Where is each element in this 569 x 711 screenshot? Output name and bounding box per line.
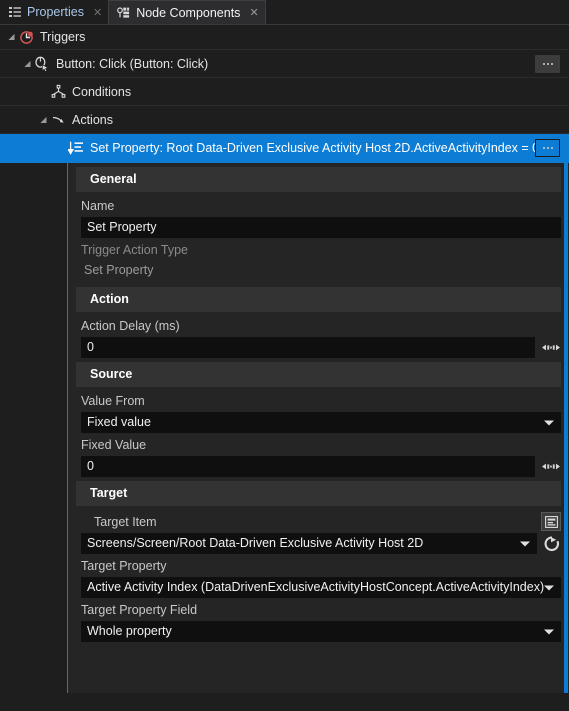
action-delay-input[interactable]: 0 xyxy=(81,337,535,358)
node-components-panel: Properties ✕ Node Components ✕ ◢ Trigger… xyxy=(0,0,569,711)
row-menu-button[interactable] xyxy=(535,54,560,73)
tree-row-label: Actions xyxy=(72,112,113,127)
trigger-tree: ◢ Triggers ◢ Button: Click (Button: Clic… xyxy=(0,25,569,162)
fixed-value-label: Fixed Value xyxy=(81,438,147,452)
drag-handle-icon[interactable] xyxy=(542,460,560,474)
target-item-label-row: Target Item xyxy=(68,508,569,533)
value-from-select[interactable]: Fixed value xyxy=(81,412,561,433)
target-item-selected: Screens/Screen/Root Data-Driven Exclusiv… xyxy=(87,536,424,550)
name-input[interactable]: Set Property xyxy=(81,217,561,238)
tab-label: Properties xyxy=(27,5,84,19)
drag-handle-icon[interactable] xyxy=(542,341,560,355)
name-label: Name xyxy=(81,199,115,213)
close-icon[interactable]: ✕ xyxy=(249,7,258,18)
target-property-row: Active Activity Index (DataDrivenExclusi… xyxy=(68,577,569,598)
value-from-selected: Fixed value xyxy=(87,415,151,429)
section-header-source: Source xyxy=(76,362,561,387)
tab-node-components[interactable]: Node Components ✕ xyxy=(108,0,266,24)
expand-twisty-icon[interactable]: ◢ xyxy=(6,32,17,43)
tree-row-conditions[interactable]: Conditions xyxy=(0,78,569,106)
trigger-icon xyxy=(17,28,35,46)
tree-row-actions[interactable]: ◢ Actions xyxy=(0,106,569,134)
trigger-action-type-value: Set Property xyxy=(84,263,154,277)
action-delay-row: 0 xyxy=(68,337,569,358)
row-menu-button[interactable] xyxy=(535,138,560,157)
tree-row-button-click[interactable]: ◢ Button: Click (Button: Click) xyxy=(0,50,569,78)
tree-row-label: Conditions xyxy=(72,84,132,99)
tree-row-set-property[interactable]: Set Property: Root Data-Driven Exclusive… xyxy=(0,134,569,162)
property-editor: General Name Set Property Trigger Action… xyxy=(0,162,569,693)
name-row: Set Property xyxy=(68,217,569,238)
target-property-field-selected: Whole property xyxy=(87,624,172,638)
action-delay-label: Action Delay (ms) xyxy=(81,319,180,333)
list-icon xyxy=(8,6,21,19)
tree-row-label: Set Property: Root Data-Driven Exclusive… xyxy=(90,140,540,155)
item-picker-button[interactable] xyxy=(541,512,561,531)
tree-row-triggers[interactable]: ◢ Triggers xyxy=(0,25,569,50)
target-item-label: Target Item xyxy=(94,515,157,529)
mouse-click-icon xyxy=(33,55,51,73)
target-item-row: Screens/Screen/Root Data-Driven Exclusiv… xyxy=(68,533,569,554)
value-from-row: Fixed value xyxy=(68,412,569,433)
target-property-select[interactable]: Active Activity Index (DataDrivenExclusi… xyxy=(81,577,561,598)
chevron-down-icon xyxy=(544,420,554,425)
chevron-down-icon xyxy=(520,541,530,546)
node-components-icon xyxy=(117,6,130,19)
target-property-field-row: Whole property xyxy=(68,621,569,642)
target-property-label: Target Property xyxy=(81,559,167,573)
expand-twisty-icon[interactable]: ◢ xyxy=(38,114,49,125)
property-form: General Name Set Property Trigger Action… xyxy=(68,163,569,693)
fixed-value-input[interactable]: 0 xyxy=(81,456,535,477)
chevron-down-icon xyxy=(544,585,554,590)
tree-row-label: Triggers xyxy=(40,30,86,44)
conditions-icon xyxy=(49,83,67,101)
scrollbar-thumb[interactable] xyxy=(564,163,568,693)
section-header-general: General xyxy=(76,167,561,192)
target-property-selected: Active Activity Index (DataDrivenExclusi… xyxy=(87,580,545,594)
indent-gutter xyxy=(0,163,68,693)
goto-item-icon[interactable] xyxy=(543,535,561,553)
chevron-down-icon xyxy=(544,629,554,634)
tab-label: Node Components xyxy=(136,5,241,20)
tree-row-label: Button: Click (Button: Click) xyxy=(56,56,209,71)
section-header-target: Target xyxy=(76,481,561,506)
vertical-scrollbar[interactable] xyxy=(563,163,569,693)
target-property-field-select[interactable]: Whole property xyxy=(81,621,561,642)
fixed-value-row: 0 xyxy=(68,456,569,477)
value-from-label: Value From xyxy=(81,394,145,408)
target-property-field-label: Target Property Field xyxy=(81,603,198,617)
section-header-action: Action xyxy=(76,287,561,312)
set-property-icon xyxy=(67,139,85,157)
close-icon[interactable]: ✕ xyxy=(93,7,102,18)
tab-properties[interactable]: Properties ✕ xyxy=(0,0,109,24)
target-item-select[interactable]: Screens/Screen/Root Data-Driven Exclusiv… xyxy=(81,533,537,554)
actions-arrow-icon xyxy=(49,111,67,129)
expand-twisty-icon[interactable]: ◢ xyxy=(22,58,33,69)
tab-strip: Properties ✕ Node Components ✕ xyxy=(0,0,569,25)
trigger-action-type-label: Trigger Action Type xyxy=(81,243,189,257)
